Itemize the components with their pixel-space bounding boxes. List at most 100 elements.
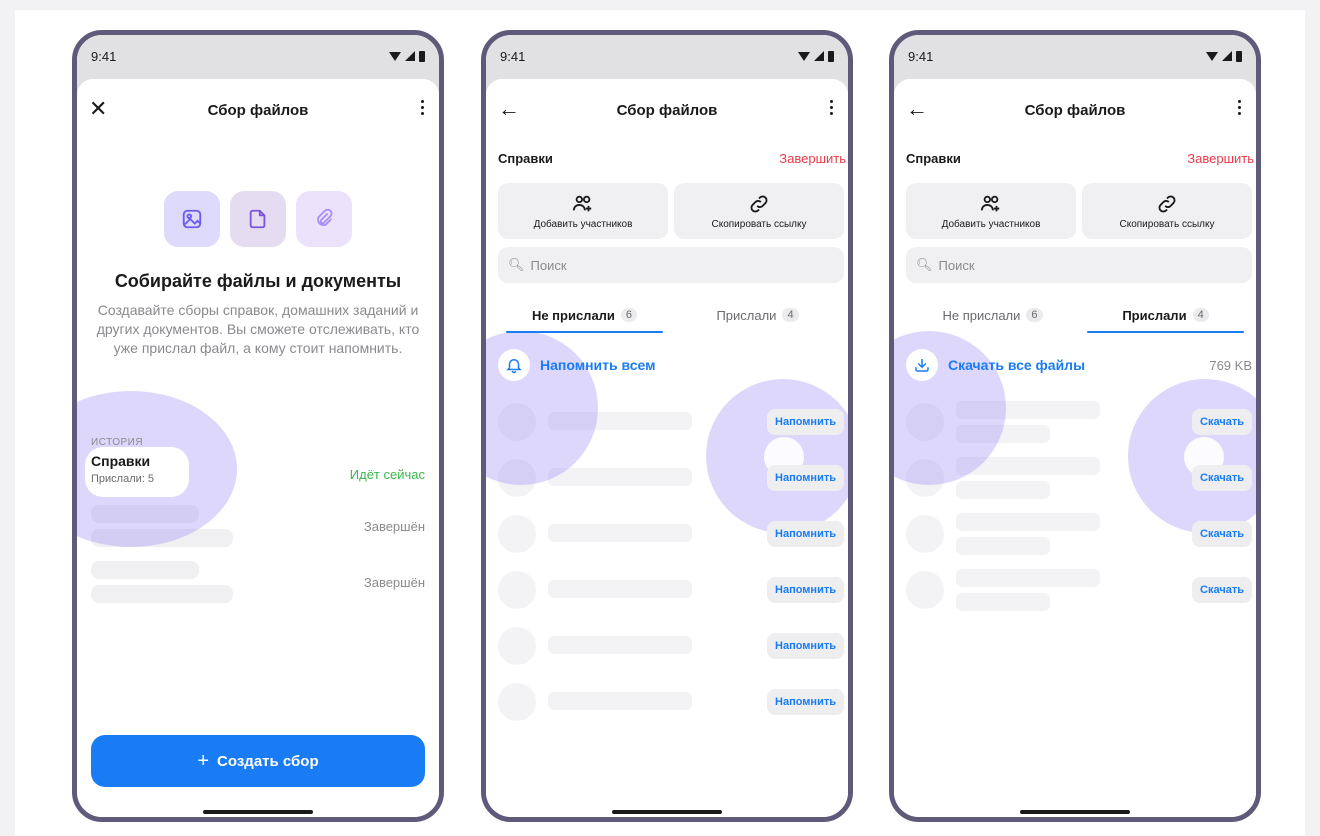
tab-label: Не прислали — [531, 307, 615, 323]
link-icon — [750, 195, 768, 212]
system-icons — [389, 50, 425, 62]
avatar — [498, 403, 536, 441]
count-badge: 4 — [782, 308, 799, 322]
count-badge: 6 — [620, 308, 638, 322]
download-all-button[interactable]: Скачать все файлы 769 KB — [906, 341, 1252, 389]
section-title: Справки — [906, 151, 961, 166]
remind-button[interactable]: Напомнить — [767, 633, 844, 659]
status-badge: Идёт сейчас — [349, 467, 425, 482]
create-label: Создать сбор — [217, 752, 319, 770]
sheet: ✕ Сбор файлов Собирайте файлы и документ… — [77, 79, 439, 817]
count-badge: 6 — [1026, 308, 1043, 322]
list-item: Напомнить — [498, 567, 844, 611]
avatar — [906, 571, 944, 609]
tab-bar: Не прислали 6 Прислали 4 — [906, 297, 1252, 333]
link-icon — [1158, 195, 1176, 212]
tab-sent[interactable]: Прислали 4 — [1079, 297, 1252, 333]
search-input[interactable]: 🔍︎ Поиск — [498, 247, 844, 283]
status-badge: Завершён — [363, 575, 425, 590]
more-icon[interactable] — [830, 100, 834, 115]
remind-button[interactable]: Напомнить — [767, 409, 844, 435]
wifi-icon — [1206, 51, 1218, 61]
wifi-icon — [389, 51, 401, 61]
status-bar: 9:41 — [894, 35, 1256, 77]
remind-button[interactable]: Напомнить — [767, 689, 844, 715]
remind-button[interactable]: Напомнить — [767, 465, 844, 491]
bell-icon — [498, 349, 530, 381]
image-icon — [164, 191, 220, 247]
back-arrow-icon[interactable]: ← — [906, 97, 928, 121]
remind-button[interactable]: Напомнить — [767, 521, 844, 547]
action-buttons: Добавить участников Скопировать ссылку — [498, 183, 844, 239]
back-arrow-icon[interactable]: ← — [498, 97, 520, 121]
signal-icon — [814, 51, 824, 61]
tab-not-sent[interactable]: Не прислали 6 — [906, 297, 1079, 333]
history-label: ИСТОРИЯ — [91, 437, 144, 448]
avatar — [498, 683, 536, 721]
list-item: Скачать — [906, 567, 1252, 611]
status-bar: 9:41 — [486, 35, 848, 77]
promo-title: Собирайте файлы и документы — [114, 271, 402, 291]
home-indicator — [1020, 810, 1130, 814]
history-item[interactable]: Завершён — [91, 561, 425, 603]
system-icons — [798, 50, 834, 62]
battery-icon — [828, 50, 834, 62]
history-item-active[interactable]: Справки Прислали: 5 Идёт сейчас — [91, 453, 425, 495]
wifi-icon — [798, 51, 810, 61]
tab-label: Не прислали — [942, 307, 1021, 323]
section-title: Справки — [498, 151, 553, 166]
status-time: 9:41 — [91, 48, 117, 64]
page-title: Сбор файлов — [207, 101, 309, 119]
avatar — [498, 459, 536, 497]
feature-icons — [77, 191, 439, 247]
remind-all-button[interactable]: Напомнить всем — [498, 341, 844, 389]
home-indicator — [612, 810, 722, 814]
tab-label: Прислали — [1122, 307, 1187, 323]
status-badge: Завершён — [363, 519, 425, 534]
more-icon[interactable] — [1238, 100, 1242, 115]
add-members-label: Добавить участников — [941, 218, 1041, 230]
more-icon[interactable] — [421, 100, 425, 115]
tab-bar: Не прислали 6 Прислали 4 — [498, 297, 844, 333]
download-button[interactable]: Скачать — [1192, 577, 1252, 603]
add-members-button[interactable]: Добавить участников — [498, 183, 668, 239]
file-size: 769 KB — [1209, 357, 1252, 373]
home-indicator — [203, 810, 313, 814]
search-placeholder: Поиск — [530, 257, 567, 273]
search-icon: 🔍︎ — [916, 257, 933, 272]
remind-button[interactable]: Напомнить — [767, 577, 844, 603]
action-buttons: Добавить участников Скопировать ссылку — [906, 183, 1252, 239]
battery-icon — [1236, 50, 1242, 62]
signal-icon — [405, 51, 415, 61]
tab-sent[interactable]: Прислали 4 — [671, 297, 844, 333]
add-members-button[interactable]: Добавить участников — [906, 183, 1076, 239]
app-header: ← Сбор файлов — [486, 95, 848, 125]
download-button[interactable]: Скачать — [1192, 465, 1252, 491]
tab-not-sent[interactable]: Не прислали 6 — [498, 297, 671, 333]
phone-sent-screen: 9:41 ← Сбор файлов Справки Завершить Доб… — [889, 30, 1261, 822]
sheet: ← Сбор файлов Справки Завершить Добавить… — [894, 79, 1256, 817]
search-icon: 🔍︎ — [508, 257, 525, 272]
list-item: Напомнить — [498, 399, 844, 443]
search-input[interactable]: 🔍︎ Поиск — [906, 247, 1252, 283]
copy-link-button[interactable]: Скопировать ссылку — [674, 183, 844, 239]
finish-button[interactable]: Завершить — [779, 151, 846, 166]
system-icons — [1206, 50, 1242, 62]
create-collection-button[interactable]: + Создать сбор — [91, 735, 425, 787]
copy-link-button[interactable]: Скопировать ссылку — [1082, 183, 1252, 239]
add-user-icon — [572, 195, 592, 211]
finish-button[interactable]: Завершить — [1187, 151, 1254, 166]
avatar — [498, 515, 536, 553]
phone-not-sent-screen: 9:41 ← Сбор файлов Справки Завершить Доб… — [481, 30, 853, 822]
download-button[interactable]: Скачать — [1192, 409, 1252, 435]
close-icon[interactable]: ✕ — [89, 97, 107, 121]
phone-start-screen: 9:41 ✕ Сбор файлов Собирайте файлы и док… — [72, 30, 444, 822]
avatar — [906, 403, 944, 441]
status-bar: 9:41 — [77, 35, 439, 77]
avatar — [498, 627, 536, 665]
history-item[interactable]: Завершён — [91, 505, 425, 547]
status-time: 9:41 — [908, 48, 934, 64]
section-header: Справки Завершить — [498, 151, 846, 166]
download-button[interactable]: Скачать — [1192, 521, 1252, 547]
document-icon — [230, 191, 286, 247]
